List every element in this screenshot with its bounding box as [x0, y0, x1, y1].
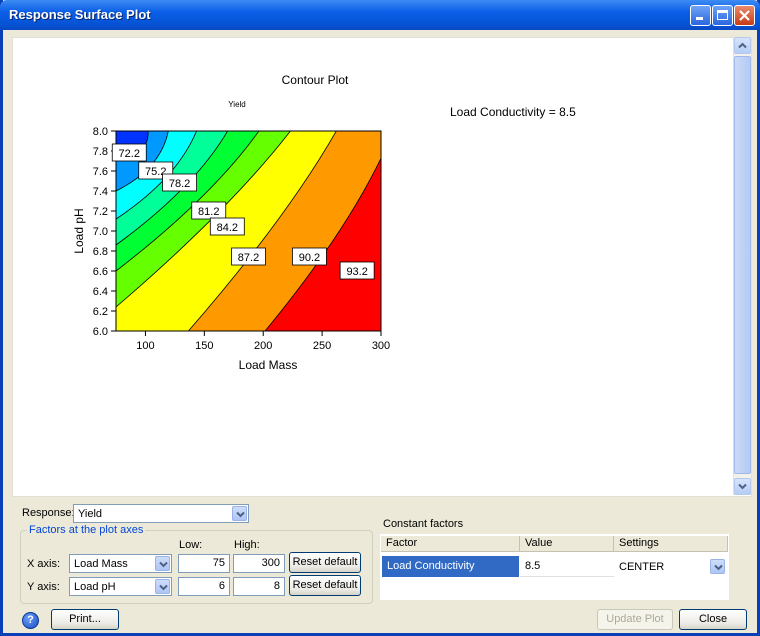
x-low-input[interactable]: 75 — [178, 554, 230, 573]
x-tick-label: 250 — [313, 340, 331, 352]
print-button[interactable]: Print... — [51, 609, 119, 630]
response-value: Yield — [78, 508, 103, 520]
y-low-input[interactable]: 6 — [178, 577, 230, 596]
contour-label: 72.2 — [111, 143, 147, 162]
contour-chart: Contour Plot Yield Load Conductivity = 8… — [72, 73, 576, 372]
y-axis-label: Y axis: — [27, 581, 60, 593]
y-axis-value: Load pH — [74, 581, 116, 593]
y-reset-default-button[interactable]: Reset default — [289, 575, 361, 596]
title-bar[interactable]: Response Surface Plot — [0, 0, 760, 30]
window-title: Response Surface Plot — [9, 7, 151, 22]
y-tick-label: 6.6 — [93, 266, 108, 278]
minimize-icon — [696, 17, 703, 20]
y-axis-title: Load pH — [72, 208, 86, 253]
chevron-down-icon[interactable] — [232, 506, 247, 521]
chevron-down-icon[interactable] — [710, 559, 725, 574]
y-axis-select[interactable]: Load pH — [69, 577, 172, 596]
col-header-factor[interactable]: Factor — [381, 536, 520, 552]
x-axis-title: Load Mass — [239, 358, 298, 372]
low-label: Low: — [179, 539, 203, 551]
contour-label-text: 87.2 — [238, 252, 259, 264]
contour-label: 87.2 — [231, 247, 266, 266]
chevron-down-icon[interactable] — [155, 579, 170, 594]
chevron-down-icon — [738, 483, 747, 490]
x-tick-label: 150 — [195, 340, 213, 352]
contour-bands — [116, 131, 381, 331]
y-tick-label: 7.6 — [93, 166, 108, 178]
value-cell[interactable]: 8.5 — [520, 556, 614, 577]
plot-area: Contour Plot Yield Load Conductivity = 8… — [12, 37, 752, 497]
chart-subtitle: Yield — [228, 100, 246, 109]
y-high-input[interactable]: 8 — [233, 577, 285, 596]
x-axis-label: X axis: — [27, 558, 61, 570]
col-header-value[interactable]: Value — [520, 536, 614, 552]
update-plot-button[interactable]: Update Plot — [597, 609, 673, 630]
y-tick-label: 7.8 — [93, 146, 108, 158]
x-axis-select[interactable]: Load Mass — [69, 554, 172, 573]
y-tick-label: 7.0 — [93, 226, 108, 238]
factor-cell[interactable]: Load Conductivity — [382, 556, 519, 577]
contour-label-text: 84.2 — [217, 222, 238, 234]
high-label: High: — [234, 539, 260, 551]
maximize-icon — [717, 10, 728, 20]
contour-label: 93.2 — [339, 261, 375, 280]
x-tick-label: 300 — [372, 340, 390, 352]
contour-label-text: 72.2 — [119, 148, 140, 160]
chevron-down-icon[interactable] — [155, 556, 170, 571]
close-button[interactable]: Close — [679, 609, 747, 630]
scroll-down-button[interactable] — [734, 478, 751, 495]
y-tick-label: 6.0 — [93, 326, 108, 338]
contour-label: 81.2 — [191, 201, 227, 220]
chevron-up-icon — [738, 42, 747, 49]
y-tick-label: 6.8 — [93, 246, 108, 258]
y-tick-label: 7.4 — [93, 186, 108, 198]
y-tick-label: 7.2 — [93, 206, 108, 218]
maximize-button[interactable] — [712, 5, 733, 26]
col-header-settings[interactable]: Settings — [614, 536, 728, 552]
plot-scrollbar[interactable] — [733, 37, 751, 495]
contour-label-text: 81.2 — [198, 206, 219, 218]
x-tick-label: 200 — [254, 340, 272, 352]
contour-label: 78.2 — [162, 173, 198, 192]
contour-label-text: 93.2 — [346, 266, 367, 278]
close-window-button[interactable] — [734, 5, 755, 26]
response-label: Response: — [22, 507, 75, 519]
contour-label-text: 90.2 — [299, 252, 320, 264]
close-icon — [739, 10, 750, 21]
contour-label-text: 78.2 — [169, 178, 190, 190]
x-axis: 100 150 200 250 300 — [136, 331, 390, 352]
x-reset-default-button[interactable]: Reset default — [289, 552, 361, 573]
contour-label: 84.2 — [209, 217, 245, 236]
factors-group-title: Factors at the plot axes — [27, 524, 146, 536]
minimize-button[interactable] — [690, 5, 711, 26]
x-axis-value: Load Mass — [74, 558, 128, 570]
settings-select[interactable]: CENTER — [614, 557, 727, 576]
y-tick-label: 6.4 — [93, 286, 108, 298]
scroll-thumb[interactable] — [734, 56, 751, 474]
response-select[interactable]: Yield — [73, 504, 249, 523]
constant-note: Load Conductivity = 8.5 — [450, 105, 576, 119]
x-high-input[interactable]: 300 — [233, 554, 285, 573]
help-icon[interactable]: ? — [22, 612, 39, 629]
x-tick-label: 100 — [136, 340, 154, 352]
constant-factors-title: Constant factors — [383, 518, 464, 530]
contour-label: 90.2 — [292, 247, 327, 266]
settings-value: CENTER — [619, 561, 665, 573]
y-tick-label: 6.2 — [93, 306, 108, 318]
y-tick-label: 8.0 — [93, 126, 108, 138]
chart-title: Contour Plot — [282, 73, 349, 87]
scroll-up-button[interactable] — [734, 37, 751, 54]
